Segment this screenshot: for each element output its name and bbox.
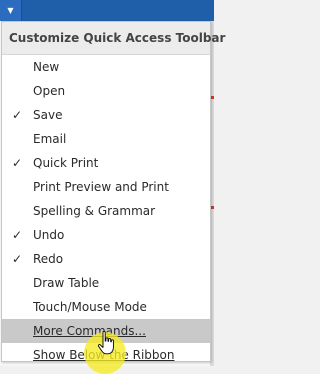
menu-item-label: New bbox=[33, 60, 60, 74]
menu-item-show-below-ribbon[interactable]: Show Below the Ribbon bbox=[2, 343, 210, 367]
menu-list: New Open ✓ Save Email ✓ Quick Print Prin… bbox=[2, 55, 210, 367]
check-icon: ✓ bbox=[11, 228, 23, 242]
menu-item-undo[interactable]: ✓ Undo bbox=[2, 223, 210, 247]
menu-item-label: Spelling & Grammar bbox=[33, 204, 156, 218]
menu-item-label: Show Below the Ribbon bbox=[33, 348, 175, 362]
menu-item-label: Save bbox=[33, 108, 63, 122]
menu-item-label: Touch/Mouse Mode bbox=[33, 300, 147, 314]
menu-item-more-commands[interactable]: More Commands... bbox=[2, 319, 210, 343]
menu-item-new[interactable]: New bbox=[2, 55, 210, 79]
menu-item-open[interactable]: Open bbox=[2, 79, 210, 103]
menu-item-redo[interactable]: ✓ Redo bbox=[2, 247, 210, 271]
menu-item-email[interactable]: Email bbox=[2, 127, 210, 151]
customize-qat-dropdown-button[interactable]: ▼ bbox=[0, 0, 22, 21]
ribbon-top-bar: ▼ bbox=[0, 0, 214, 21]
menu-item-label: More Commands... bbox=[33, 324, 146, 338]
menu-item-label: Redo bbox=[33, 252, 64, 266]
menu-item-label: Undo bbox=[33, 228, 65, 242]
menu-item-touch-mouse-mode[interactable]: Touch/Mouse Mode bbox=[2, 295, 210, 319]
menu-item-label: Quick Print bbox=[33, 156, 99, 170]
menu-item-quick-print[interactable]: ✓ Quick Print bbox=[2, 151, 210, 175]
menu-item-save[interactable]: ✓ Save bbox=[2, 103, 210, 127]
menu-item-print-preview[interactable]: Print Preview and Print bbox=[2, 175, 210, 199]
check-icon: ✓ bbox=[11, 252, 23, 266]
dropdown-caret-icon: ▼ bbox=[7, 5, 14, 15]
customize-qat-menu: Customize Quick Access Toolbar New Open … bbox=[1, 21, 225, 362]
check-icon: ✓ bbox=[11, 108, 23, 122]
check-icon: ✓ bbox=[11, 156, 23, 170]
menu-item-label: Email bbox=[33, 132, 67, 146]
menu-header: Customize Quick Access Toolbar bbox=[2, 22, 225, 55]
menu-item-label: Draw Table bbox=[33, 276, 100, 290]
menu-item-draw-table[interactable]: Draw Table bbox=[2, 271, 210, 295]
menu-item-label: Open bbox=[33, 84, 66, 98]
menu-item-spelling-grammar[interactable]: Spelling & Grammar bbox=[2, 199, 210, 223]
menu-item-label: Print Preview and Print bbox=[33, 180, 169, 194]
